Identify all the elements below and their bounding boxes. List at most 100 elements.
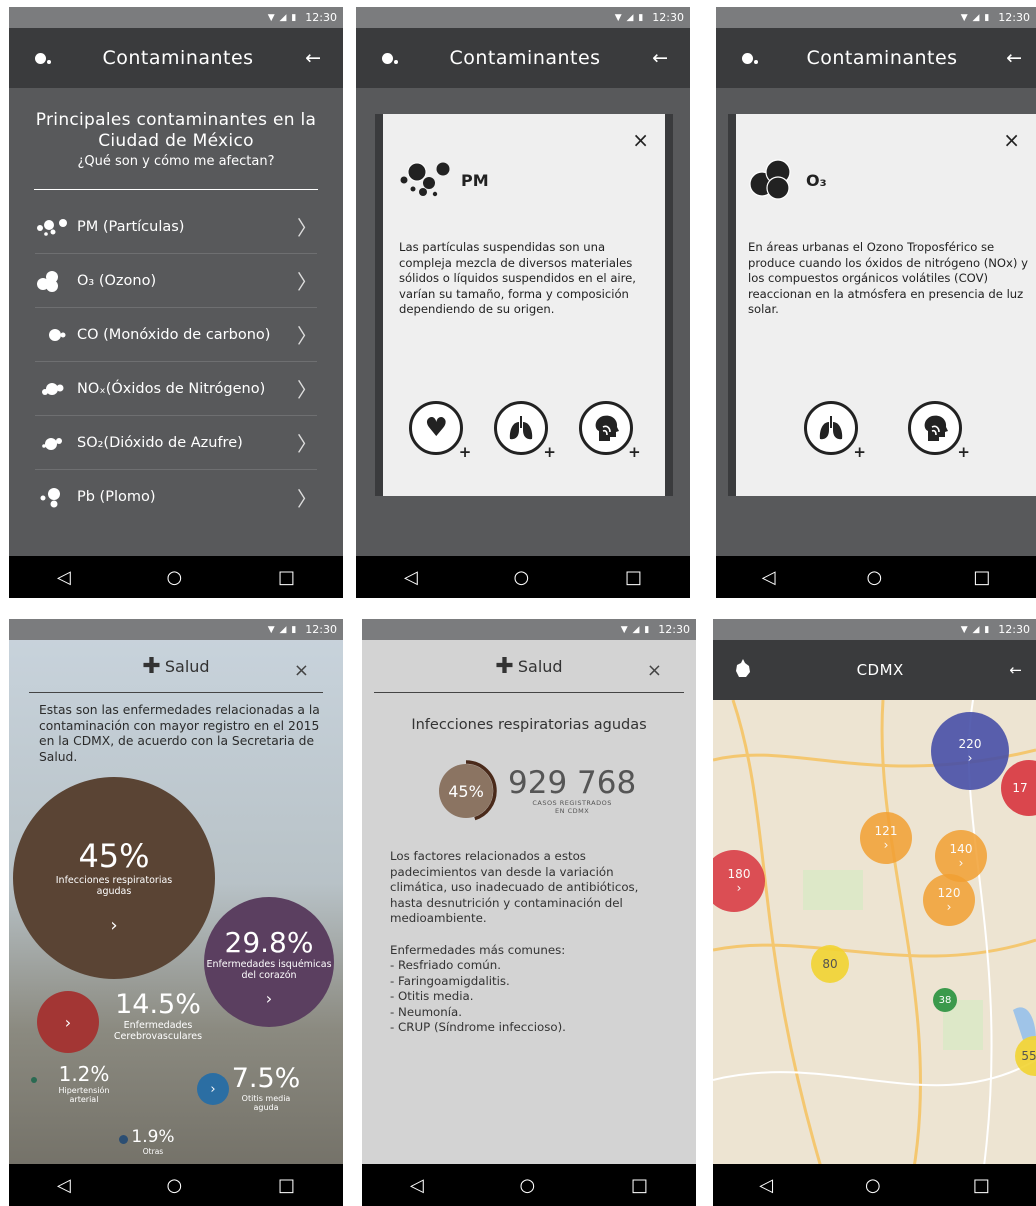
close-icon[interactable]: ×: [632, 128, 649, 152]
screen-map: ▼ ◢ ▮ 12:30 CDMX ← 220 › 17 121 › 140 › 180 ›…: [713, 619, 1036, 1206]
close-icon[interactable]: ×: [647, 660, 662, 681]
bubble-cerebro[interactable]: ›: [37, 991, 99, 1053]
nav-home-icon[interactable]: ○: [514, 567, 530, 588]
throat-organ-button[interactable]: +: [578, 401, 641, 461]
lead-icon: [35, 486, 77, 508]
list-item-label: CO (Monóxido de carbono): [77, 326, 271, 343]
affected-organs: ♥ + + +: [383, 401, 665, 461]
chevron-right-icon: 〉: [297, 432, 317, 456]
chevron-right-icon: ›: [210, 1081, 216, 1097]
map-view[interactable]: 220 › 17 121 › 140 › 180 › 120 › 80 38 55: [713, 699, 1036, 1175]
pm-modal: × PM Las partículas suspendidas son una …: [375, 114, 673, 496]
chevron-right-icon: ›: [110, 914, 118, 936]
bubble-percent: 29.8%: [224, 926, 314, 959]
nav-back-icon[interactable]: ◁: [759, 1175, 773, 1196]
disease-title: Infecciones respiratorias agudas: [411, 717, 647, 733]
status-bar: ▼ ◢ ▮ 12:30: [713, 619, 1036, 640]
bubble-heart[interactable]: 29.8% Enfermedades isquémicas del corazó…: [204, 897, 334, 1027]
nav-back-icon[interactable]: ◁: [57, 1175, 71, 1196]
back-arrow-icon[interactable]: ←: [1006, 47, 1022, 69]
chevron-right-icon: 〉: [297, 324, 317, 348]
bubble-label: Infecciones respiratorias agudas: [55, 874, 173, 897]
status-bar: ▼ ◢ ▮ 12:30: [356, 7, 690, 28]
modal-header: PM: [399, 158, 489, 202]
lungs-icon: [509, 416, 533, 440]
nav-back-icon[interactable]: ◁: [410, 1175, 424, 1196]
nav-back-icon[interactable]: ◁: [404, 567, 418, 588]
nav-home-icon[interactable]: ○: [167, 567, 183, 588]
label-otitis: 7.5% Otitis media aguda: [231, 1063, 301, 1112]
list-item-so2[interactable]: SO₂(Dióxido de Azufre) 〉: [35, 416, 317, 470]
nav-recent-icon[interactable]: □: [278, 1175, 295, 1196]
list-item-label: PM (Partículas): [77, 218, 185, 235]
screen-health-overview: ▼ ◢ ▮ 12:30 ✚ Salud × Estas son las enfer…: [9, 619, 343, 1206]
status-bar: ▼ ◢ ▮ 12:30: [362, 619, 696, 640]
list-item-o3[interactable]: O₃ (Ozono) 〉: [35, 254, 317, 308]
bubble-label: Enfermedades isquémicas del corazón: [206, 959, 332, 981]
logo-icon: [382, 47, 398, 69]
nav-home-icon[interactable]: ○: [867, 567, 883, 588]
app-title: CDMX: [856, 661, 904, 679]
plus-icon: +: [957, 443, 970, 461]
common-item: - Resfriado común.: [390, 958, 501, 972]
throat-organ-button[interactable]: +: [908, 401, 970, 461]
nav-back-icon[interactable]: ◁: [57, 567, 71, 588]
chevron-right-icon: 〉: [297, 486, 317, 511]
list-item-nox[interactable]: NOₓ(Óxidos de Nitrógeno) 〉: [35, 362, 317, 416]
map-cluster[interactable]: 80: [811, 945, 849, 983]
list-item-label: O₃ (Ozono): [77, 272, 157, 289]
chevron-right-icon: ›: [64, 1012, 72, 1032]
map-cluster[interactable]: 120 ›: [923, 874, 975, 926]
status-time: 12:30: [998, 11, 1030, 24]
map-cluster[interactable]: 38: [933, 988, 957, 1012]
logo-icon: [35, 47, 51, 69]
screen-disease-detail: ▼ ◢ ▮ 12:30 ✚ Salud × Infecciones respira…: [362, 619, 696, 1206]
nav-recent-icon[interactable]: □: [625, 567, 642, 588]
nav-recent-icon[interactable]: □: [278, 567, 295, 588]
health-header: ✚ Salud ×: [362, 640, 696, 692]
nav-recent-icon[interactable]: □: [631, 1175, 648, 1196]
heart-icon: ♥: [424, 413, 448, 443]
chevron-right-icon: ›: [265, 989, 273, 1008]
nav-home-icon[interactable]: ○: [167, 1175, 183, 1196]
nav-recent-icon[interactable]: □: [973, 1175, 990, 1196]
screen-pm-detail: ▼ ◢ ▮ 12:30 Contaminantes ← × PM Las part…: [356, 7, 690, 598]
nav-home-icon[interactable]: ○: [865, 1175, 881, 1196]
back-arrow-icon[interactable]: ←: [1009, 661, 1022, 679]
system-nav-bar: ◁ ○ □: [9, 1164, 343, 1206]
nav-back-icon[interactable]: ◁: [762, 567, 776, 588]
back-arrow-icon[interactable]: ←: [652, 47, 668, 69]
health-title: Salud: [164, 656, 210, 676]
system-nav-bar: ◁ ○ □: [716, 556, 1036, 598]
nav-home-icon[interactable]: ○: [520, 1175, 536, 1196]
stats-block: 45% 929 768 CASOS REGISTRADOS EN CDMX: [434, 759, 636, 823]
system-nav-bar: ◁ ○ □: [713, 1164, 1036, 1206]
signal-icon: ▼ ◢ ▮: [614, 12, 645, 23]
close-icon[interactable]: ×: [294, 660, 309, 681]
o3-modal: × O₃ En áreas urbanas el Ozono Troposfér…: [728, 114, 1036, 496]
lungs-icon: [819, 416, 843, 440]
head-throat-icon: [924, 415, 948, 441]
bubble-hypertension[interactable]: [31, 1077, 37, 1083]
nav-recent-icon[interactable]: □: [973, 567, 990, 588]
map-cluster[interactable]: 121 ›: [860, 812, 912, 864]
list-item-pm[interactable]: PM (Partículas) 〉: [35, 200, 317, 254]
donut-percent: 45%: [448, 782, 484, 801]
modal-header: O₃: [748, 158, 827, 202]
modal-title: PM: [461, 170, 489, 190]
list-item-pb[interactable]: Pb (Plomo) 〉: [35, 470, 317, 524]
lungs-organ-button[interactable]: +: [493, 401, 556, 461]
map-cluster[interactable]: 220 ›: [931, 712, 1009, 790]
list-item-co[interactable]: CO (Monóxido de carbono) 〉: [35, 308, 317, 362]
back-arrow-icon[interactable]: ←: [305, 47, 321, 69]
nox-icon: [35, 379, 77, 399]
screen-contaminants-list: ▼ ◢ ▮ 12:30 Contaminantes ← Principales c…: [9, 7, 343, 598]
close-icon[interactable]: ×: [1003, 128, 1020, 152]
heart-organ-button[interactable]: ♥ +: [409, 401, 471, 461]
bubble-respiratory[interactable]: 45% Infecciones respiratorias agudas ›: [13, 777, 215, 979]
co-icon: [35, 325, 77, 345]
health-intro: Estas son las enfermedades relacionadas …: [39, 703, 320, 764]
subheading: ¿Qué son y cómo me afectan?: [77, 154, 275, 169]
head-throat-icon: [595, 415, 619, 441]
lungs-organ-button[interactable]: +: [804, 401, 866, 461]
